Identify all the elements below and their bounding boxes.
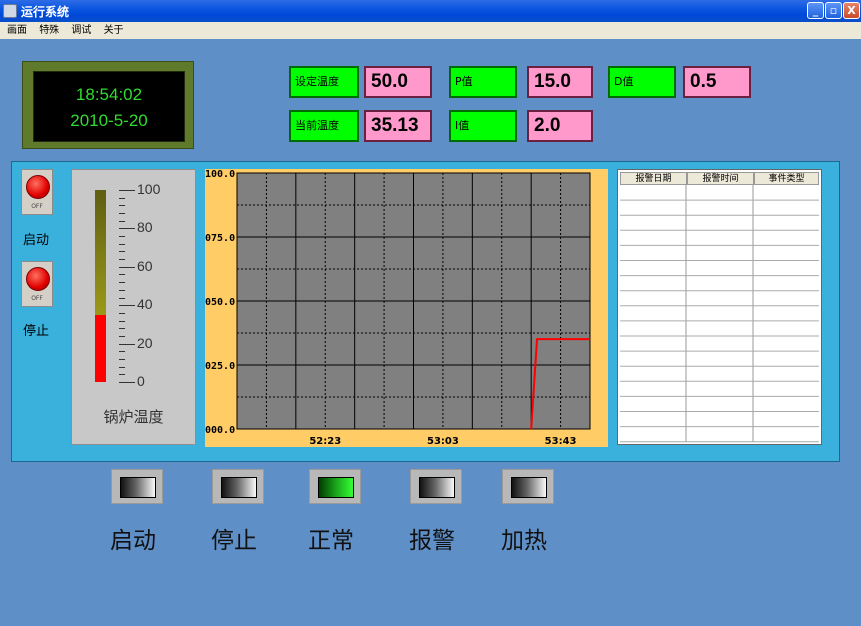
stop-indicator-lamp	[212, 469, 264, 504]
set-temp-value[interactable]: 50.0	[364, 66, 432, 98]
clock-date: 2010-5-20	[70, 111, 148, 130]
restore-button[interactable]: ▫	[825, 2, 842, 19]
p-label: P值	[449, 66, 517, 98]
thermometer-major-tick	[119, 266, 135, 268]
p-value[interactable]: 15.0	[527, 66, 593, 98]
thermometer-tube	[95, 190, 106, 382]
trend-chart-svg: 100.0 075.0 050.0 025.0 000.0 52:23 53:03 53:43	[205, 169, 591, 447]
heat-indicator-label: 加热	[501, 528, 547, 554]
menu-bar: 画面 特殊 调试 关于	[0, 22, 861, 39]
thermometer-label: 锅炉温度	[103, 408, 164, 426]
start-switch[interactable]: OFF	[21, 169, 53, 215]
window-title: 运行系统	[21, 5, 70, 19]
thermometer-major-tick	[119, 343, 135, 345]
thermometer-minor-tick	[119, 289, 125, 291]
y-tick-label: 050.0	[205, 297, 235, 308]
alarm-indicator-label: 报警	[409, 528, 455, 554]
thermometer-tick-label: 40	[137, 296, 153, 313]
thermometer-fill	[95, 314, 106, 382]
thermometer-major-tick	[119, 228, 135, 230]
thermometer-minor-tick	[119, 213, 125, 215]
y-tick-label: 000.0	[205, 425, 235, 436]
thermometer-tick-label: 100	[137, 181, 161, 197]
stop-switch[interactable]: OFF	[21, 261, 53, 307]
alarm-table[interactable]: 报警日期 报警时间 事件类型	[617, 169, 822, 445]
stop-led	[26, 267, 50, 291]
thermometer-minor-tick	[119, 351, 125, 353]
thermometer-major-tick	[119, 305, 135, 307]
stop-indicator-light	[221, 477, 257, 498]
menu-item-special[interactable]: 特殊	[39, 22, 59, 39]
menu-item-debug[interactable]: 调试	[71, 22, 91, 39]
thermometer-minor-tick	[119, 251, 125, 253]
trend-chart: 100.0 075.0 050.0 025.0 000.0 52:23 53:03 53:43	[205, 169, 608, 447]
x-tick-label: 52:23	[309, 436, 341, 447]
d-label: D值	[608, 66, 676, 98]
thermometer-tick-label: 80	[137, 219, 153, 236]
menu-item-screen[interactable]: 画面	[7, 22, 27, 39]
thermometer-tick-label: 20	[137, 334, 153, 351]
thermometer-minor-tick	[119, 358, 125, 360]
thermometer-minor-tick	[119, 259, 125, 261]
clock-panel: 18:54:02 2010-5-20	[22, 61, 194, 149]
start-switch-label: 启动	[23, 233, 50, 248]
thermometer-minor-tick	[119, 366, 125, 368]
thermometer-minor-tick	[119, 297, 125, 299]
thermometer-minor-tick	[119, 282, 125, 284]
d-value[interactable]: 0.5	[683, 66, 751, 98]
start-switch-state: OFF	[31, 203, 43, 210]
thermometer-minor-tick	[119, 220, 125, 222]
stop-indicator-label: 停止	[211, 528, 257, 554]
start-indicator-light	[120, 477, 156, 498]
thermometer-tick-label: 60	[137, 257, 153, 274]
stop-switch-label: 停止	[23, 324, 50, 339]
normal-indicator-lamp	[309, 469, 361, 504]
thermometer-minor-tick	[119, 274, 125, 276]
normal-indicator-light	[318, 477, 354, 498]
x-tick-label: 53:43	[545, 436, 577, 447]
x-tick-label: 53:03	[427, 436, 459, 447]
normal-indicator-label: 正常	[308, 528, 354, 554]
thermometer-minor-tick	[119, 328, 125, 330]
current-temp-label: 当前温度	[289, 110, 359, 142]
alarm-indicator-light	[419, 477, 455, 498]
alarm-table-grid	[620, 185, 819, 443]
heat-indicator-lamp	[502, 469, 554, 504]
close-button[interactable]: X	[843, 2, 860, 19]
thermometer-major-tick	[119, 382, 135, 383]
thermometer-minor-tick	[119, 243, 125, 245]
thermometer-minor-tick	[119, 205, 125, 207]
clock-time: 18:54:02	[75, 85, 143, 104]
i-label: I值	[449, 110, 517, 142]
set-temp-label: 设定温度	[289, 66, 359, 98]
thermometer-tick-label: 0	[137, 373, 145, 389]
start-indicator-label: 启动	[110, 528, 156, 554]
thermometer-major-tick	[119, 190, 135, 191]
y-tick-label: 075.0	[205, 233, 235, 244]
title-bar: 运行系统 _ ▫ X	[0, 0, 861, 22]
thermometer-minor-tick	[119, 236, 125, 238]
minimize-button[interactable]: _	[807, 2, 824, 19]
app-icon	[3, 4, 17, 18]
start-led	[26, 175, 50, 199]
boiler-thermometer: 100 80 60 40 20 0 锅炉温度	[71, 169, 196, 445]
thermometer-minor-tick	[119, 335, 125, 337]
clock-display: 18:54:02 2010-5-20	[33, 71, 185, 142]
alarm-indicator-lamp	[410, 469, 462, 504]
i-value[interactable]: 2.0	[527, 110, 593, 142]
menu-item-about[interactable]: 关于	[104, 22, 124, 39]
thermometer-minor-tick	[119, 197, 125, 199]
thermometer-minor-tick	[119, 312, 125, 314]
stop-switch-state: OFF	[31, 295, 43, 302]
y-tick-label: 025.0	[205, 361, 235, 372]
y-tick-label: 100.0	[205, 169, 235, 180]
thermometer-minor-tick	[119, 374, 125, 376]
start-indicator-lamp	[111, 469, 163, 504]
heat-indicator-light	[511, 477, 547, 498]
thermometer-minor-tick	[119, 320, 125, 322]
current-temp-value: 35.13	[364, 110, 432, 142]
